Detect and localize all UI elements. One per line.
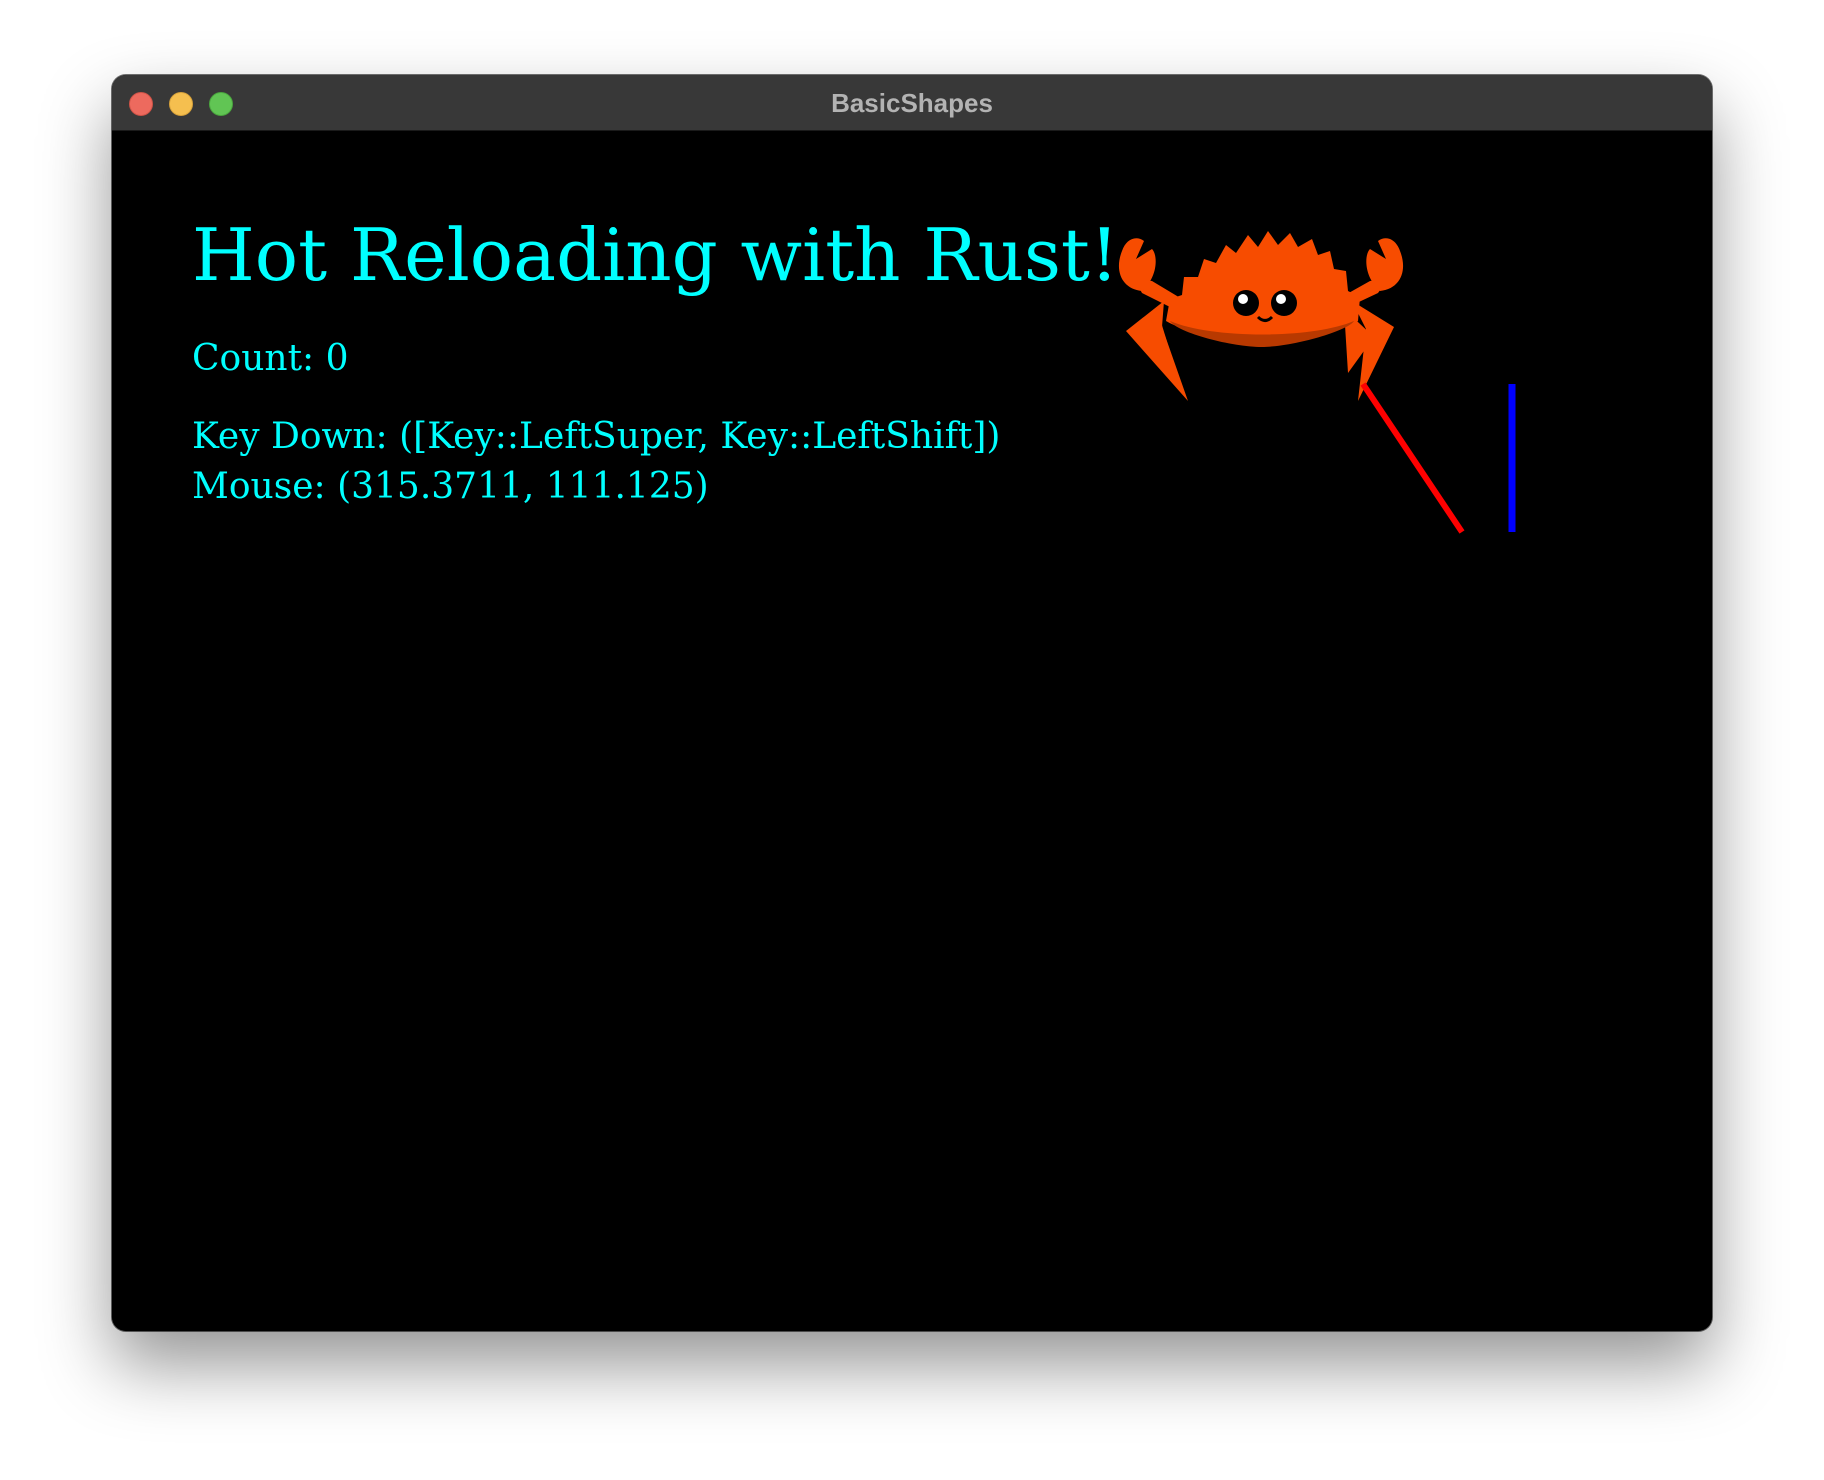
app-window: BasicShapes Hot Reloading with Rust! Cou… bbox=[112, 75, 1712, 1331]
title-bar[interactable]: BasicShapes bbox=[112, 75, 1712, 131]
ferris-crab-icon bbox=[1118, 231, 1404, 401]
window-title: BasicShapes bbox=[831, 88, 993, 118]
render-canvas[interactable]: Hot Reloading with Rust! Count: 0 Key Do… bbox=[112, 131, 1712, 1331]
shapes-layer bbox=[1118, 231, 1516, 534]
red-line-shape bbox=[1360, 382, 1465, 534]
